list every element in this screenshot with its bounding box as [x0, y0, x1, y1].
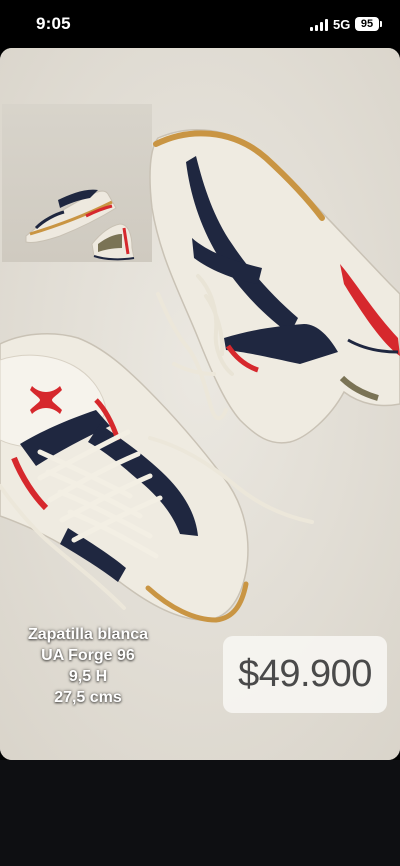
- caption-line-model: UA Forge 96: [41, 647, 135, 664]
- price-value: $49.900: [238, 653, 372, 695]
- status-time: 9:05: [36, 14, 71, 33]
- caption-line-length: 27,5 cms: [54, 689, 122, 706]
- product-caption: Zapatilla blanca UA Forge 96 9,5 H 27,5 …: [10, 624, 166, 708]
- price-tag: $49.900: [223, 636, 387, 713]
- bottom-area: [0, 760, 400, 866]
- signal-icon: [310, 19, 328, 31]
- story-card[interactable]: Zapatilla blanca UA Forge 96 9,5 H 27,5 …: [0, 48, 400, 760]
- caption-line-size: 9,5 H: [68, 668, 108, 685]
- caption-line-name: Zapatilla blanca: [27, 626, 149, 643]
- network-type: 5G: [333, 17, 351, 32]
- battery-icon: 95: [355, 17, 379, 31]
- sneakers-thumbnail-icon: [2, 104, 152, 262]
- status-bar: 9:05 5G 95: [0, 0, 400, 48]
- battery-tip: [380, 21, 382, 27]
